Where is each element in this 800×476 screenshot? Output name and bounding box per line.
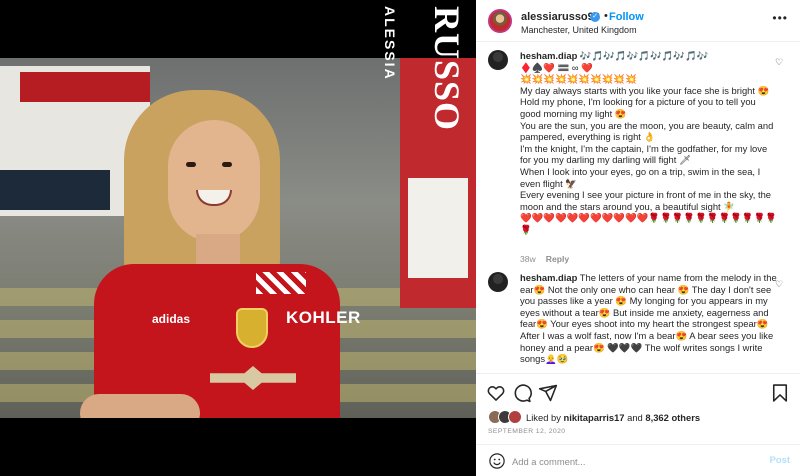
emoji-icon[interactable] xyxy=(488,452,506,470)
player-face xyxy=(168,120,260,242)
player-eye xyxy=(186,162,196,167)
commenter-avatar[interactable] xyxy=(488,50,508,70)
add-comment-bar: Post xyxy=(476,444,800,476)
likes-prefix: Liked by xyxy=(526,412,561,423)
comment-text: 🎶🎵🎶🎵🎶🎵🎶🎵🎶🎵🎶 ♦️♠️❤️ 🟰 ∞ ❤️ 💥💥💥💥💥💥💥💥💥💥 My … xyxy=(520,50,777,235)
overlay-first-name: ALESSIA xyxy=(382,6,398,81)
verified-badge-icon: ✓ xyxy=(590,12,600,22)
owner-username[interactable]: alessiarusso99 xyxy=(521,11,600,23)
photo-name-overlay: ALESSIA RUSSO xyxy=(376,4,472,131)
comment-meta: 38w Reply xyxy=(520,254,569,264)
post-header: alessiarusso99 ✓ • Follow Manchester, Un… xyxy=(476,0,800,42)
player-eye xyxy=(222,162,232,167)
heart-icon[interactable] xyxy=(486,383,506,403)
likes-connector: and xyxy=(627,412,643,423)
post-photo[interactable]: KOHLER adidas xyxy=(0,58,476,418)
overlay-last-name: RUSSO xyxy=(427,6,467,132)
jersey-shoulder-pattern xyxy=(256,272,306,294)
post-date[interactable]: SEPTEMBER 12, 2020 xyxy=(488,428,565,435)
comment-age: 38w xyxy=(520,254,536,264)
post-comment-button[interactable]: Post xyxy=(770,454,790,465)
background-flag-white xyxy=(408,178,468,278)
comment-username[interactable]: hesham.diap xyxy=(520,50,577,61)
jersey-brand-text: adidas xyxy=(152,312,191,326)
comment-body: hesham.diap The letters of your name fro… xyxy=(520,272,778,365)
post-location[interactable]: Manchester, United Kingdom xyxy=(521,25,637,35)
comment-text: The letters of your name from the melody… xyxy=(520,272,780,365)
comment-input[interactable] xyxy=(512,452,752,470)
jersey-sponsor-text: KOHLER xyxy=(286,308,361,327)
comments-list[interactable]: hesham.diap 🎶🎵🎶🎵🎶🎵🎶🎵🎶🎵🎶 ♦️♠️❤️ 🟰 ∞ ❤️ 💥💥… xyxy=(476,42,800,374)
more-options-icon[interactable]: ••• xyxy=(772,11,788,25)
post-actions-bar xyxy=(476,375,800,409)
comment-like-heart-icon[interactable]: ♡ xyxy=(775,280,784,289)
comment-icon[interactable] xyxy=(512,383,532,403)
bookmark-icon[interactable] xyxy=(770,383,790,403)
club-crest-icon xyxy=(236,308,268,348)
background-banner-dark xyxy=(0,170,110,210)
background-banner-red xyxy=(20,72,150,102)
likes-count[interactable]: 8,362 others xyxy=(645,412,700,423)
player-arm xyxy=(80,394,200,418)
follow-button[interactable]: Follow xyxy=(609,11,644,23)
likes-text: Liked by nikitaparris17 and 8,362 others xyxy=(526,412,700,423)
comment-like-heart-icon[interactable]: ♡ xyxy=(775,58,784,67)
post-side-panel: alessiarusso99 ✓ • Follow Manchester, Un… xyxy=(476,0,800,476)
comment-body: hesham.diap 🎶🎵🎶🎵🎶🎵🎶🎵🎶🎵🎶 ♦️♠️❤️ 🟰 ∞ ❤️ 💥💥… xyxy=(520,50,778,236)
liker-avatar[interactable] xyxy=(508,410,522,424)
post-photo-pane: KOHLER adidas ALESSIA RUSSO xyxy=(0,0,476,476)
comment-username[interactable]: hesham.diap xyxy=(520,272,577,283)
owner-avatar[interactable] xyxy=(488,9,512,33)
liker-username[interactable]: nikitaparris17 xyxy=(564,412,625,423)
commenter-avatar[interactable] xyxy=(488,272,508,292)
reply-button[interactable]: Reply xyxy=(546,254,569,264)
separator-dot: • xyxy=(604,10,608,22)
share-icon[interactable] xyxy=(538,383,558,403)
